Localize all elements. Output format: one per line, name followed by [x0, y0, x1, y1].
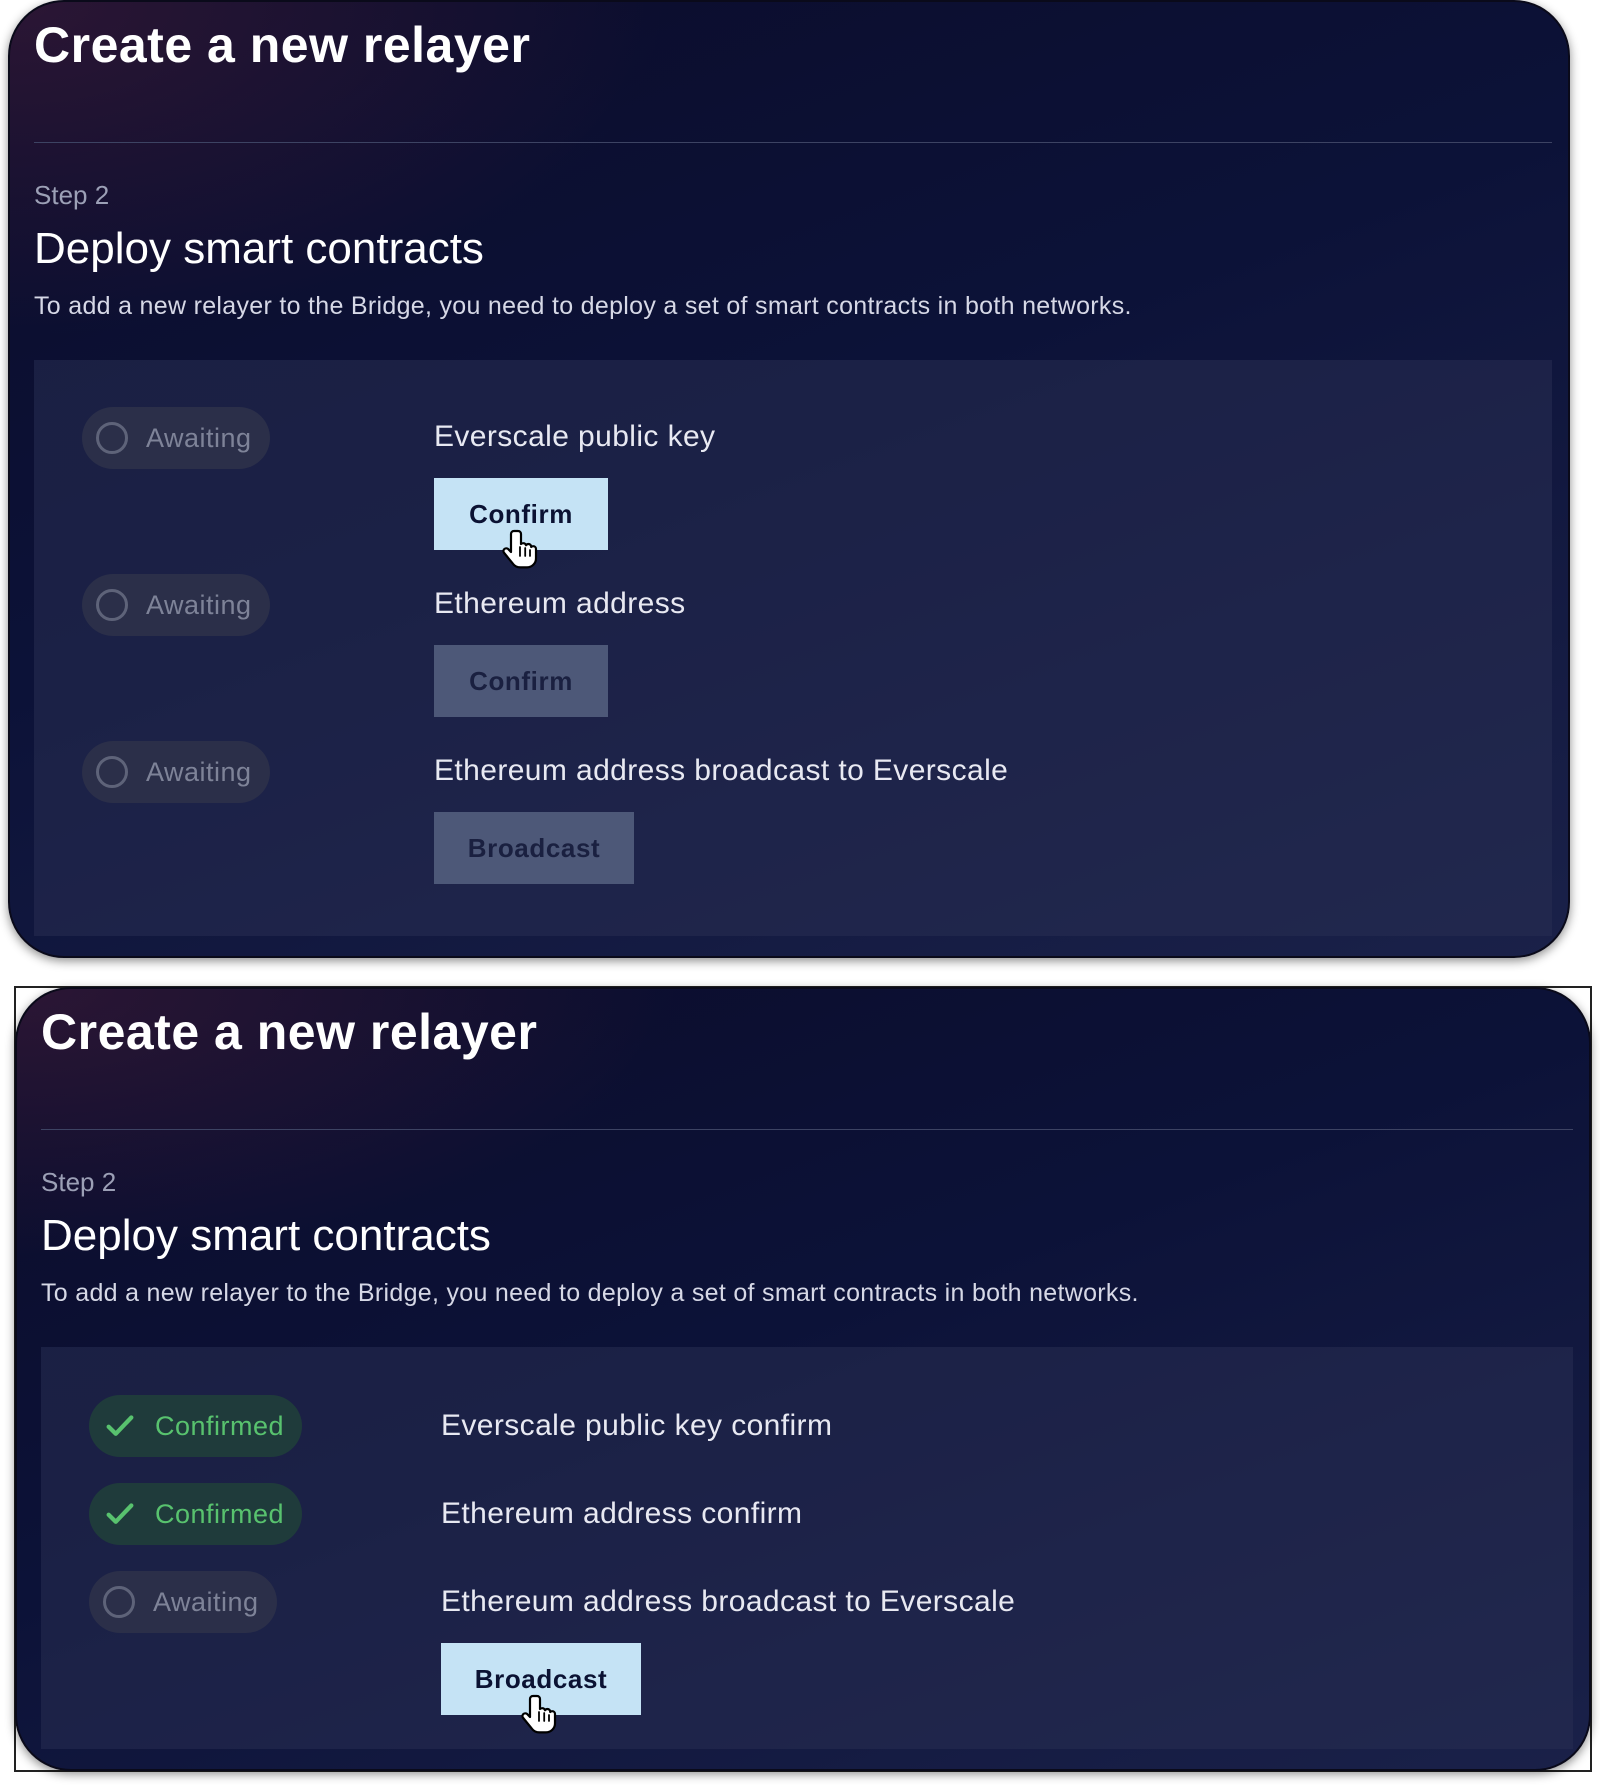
step-label: Step 2	[34, 180, 110, 210]
ring-icon	[103, 1586, 135, 1618]
step-label-broadcast: Ethereum address broadcast to Everscale	[434, 754, 1009, 787]
steps-list: Confirmed Everscale public key confirm C…	[41, 1347, 1573, 1749]
status-label: Awaiting	[146, 422, 252, 453]
status-label: Awaiting	[146, 589, 252, 620]
status-label: Confirmed	[155, 1410, 285, 1441]
status-badge-confirmed: Confirmed	[89, 1395, 303, 1457]
status-label: Awaiting	[153, 1586, 259, 1617]
section-title: Deploy smart contracts	[41, 1211, 491, 1260]
section-description: To add a new relayer to the Bridge, you …	[34, 292, 1132, 320]
step-label-ethereum-address: Ethereum address	[434, 587, 686, 620]
broadcast-button[interactable]: Broadcast	[434, 812, 634, 884]
step-label: Step 2	[41, 1167, 117, 1197]
section-title: Deploy smart contracts	[34, 224, 484, 273]
hand-pointer-icon	[521, 1694, 557, 1734]
status-label: Awaiting	[146, 756, 252, 787]
steps-list: Awaiting Everscale public key Confirm Aw…	[34, 360, 1552, 936]
step-label-everscale-key: Everscale public key confirm	[441, 1409, 833, 1442]
relayer-panel-after: Create a new relayer Step 2 Deploy smart…	[15, 987, 1591, 1771]
status-badge-awaiting: Awaiting	[82, 407, 270, 469]
step-label-everscale-key: Everscale public key	[434, 420, 716, 453]
status-badge-awaiting: Awaiting	[82, 574, 270, 636]
page-title: Create a new relayer	[41, 1004, 538, 1060]
relayer-panel-before: Create a new relayer Step 2 Deploy smart…	[8, 0, 1570, 958]
confirm-ethereum-address-button[interactable]: Confirm	[434, 645, 608, 717]
checkmark-icon	[106, 1503, 134, 1524]
page-title: Create a new relayer	[34, 17, 531, 73]
divider	[34, 142, 1552, 143]
section-description: To add a new relayer to the Bridge, you …	[41, 1279, 1139, 1307]
hand-pointer-icon	[502, 529, 538, 569]
ring-icon	[96, 756, 128, 788]
step-label-broadcast: Ethereum address broadcast to Everscale	[441, 1585, 1016, 1618]
ring-icon	[96, 422, 128, 454]
ring-icon	[96, 589, 128, 621]
status-badge-awaiting: Awaiting	[89, 1571, 277, 1633]
step-label-ethereum-address: Ethereum address confirm	[441, 1497, 803, 1530]
status-badge-awaiting: Awaiting	[82, 741, 270, 803]
status-badge-confirmed: Confirmed	[89, 1483, 303, 1545]
divider	[41, 1129, 1573, 1130]
checkmark-icon	[106, 1415, 134, 1436]
status-label: Confirmed	[155, 1498, 285, 1529]
